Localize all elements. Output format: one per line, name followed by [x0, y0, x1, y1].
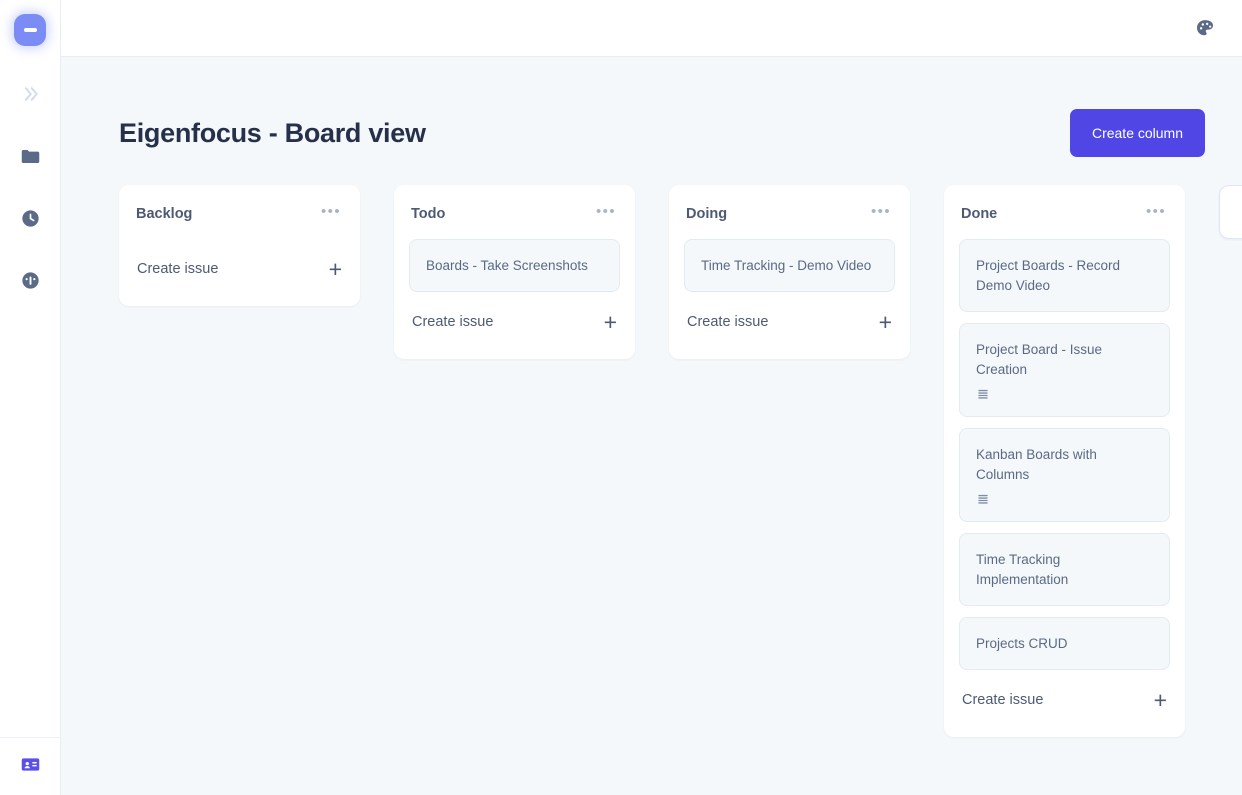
column-header: Doing ••• [684, 198, 895, 228]
column-menu-icon[interactable]: ••• [590, 204, 618, 224]
page-header: Eigenfocus - Board view Create column [61, 57, 1242, 157]
create-issue-label: Create issue [137, 261, 219, 277]
issue-card-meta [976, 387, 1153, 401]
plus-icon: + [1153, 687, 1167, 713]
board-column-done: Done ••• Project Boards - Record Demo Vi… [944, 185, 1185, 737]
column-menu-icon[interactable]: ••• [865, 204, 893, 224]
sidebar-footer [0, 737, 61, 795]
column-cards: Time Tracking - Demo Video [684, 239, 895, 292]
board-app: Eigenfocus - Board view Create column Ba… [0, 0, 1242, 795]
plus-icon: + [878, 309, 892, 335]
issue-card[interactable]: Time Tracking - Demo Video [684, 239, 895, 292]
board-column-backlog: Backlog ••• Create issue + [119, 185, 360, 306]
create-issue-label: Create issue [412, 314, 494, 330]
eigenfocus-logo-icon[interactable] [14, 14, 46, 46]
column-menu-icon[interactable]: ••• [315, 204, 343, 224]
issue-card-title: Time Tracking Implementation [976, 552, 1069, 587]
sidebar-item-dashboard[interactable] [12, 262, 48, 298]
folder-icon [20, 146, 41, 167]
board-column-todo: Todo ••• Boards - Take Screenshots Creat… [394, 185, 635, 359]
create-issue-button[interactable]: Create issue + [684, 294, 895, 350]
column-title: Done [961, 206, 998, 222]
sidebar [0, 0, 61, 795]
gauge-icon [20, 270, 41, 291]
create-column-button[interactable]: Create column [1069, 109, 1205, 157]
issue-card[interactable]: Time Tracking Implementation [959, 533, 1170, 606]
issue-card[interactable]: Boards - Take Screenshots [409, 239, 620, 292]
create-issue-label: Create issue [687, 314, 769, 330]
issue-card-title: Projects CRUD [976, 636, 1068, 651]
column-cards: Boards - Take Screenshots [409, 239, 620, 292]
column-header: Backlog ••• [134, 198, 345, 228]
column-title: Doing [686, 206, 728, 222]
column-title: Todo [411, 206, 446, 222]
create-issue-button[interactable]: Create issue + [959, 672, 1170, 728]
issue-card-title: Project Boards - Record Demo Video [976, 258, 1121, 293]
board-content: Eigenfocus - Board view Create column Ba… [61, 57, 1242, 795]
sidebar-item-projects[interactable] [12, 138, 48, 174]
issue-card-title: Boards - Take Screenshots [426, 258, 588, 273]
main-region: Eigenfocus - Board view Create column Ba… [61, 0, 1242, 795]
board-column-partial[interactable] [1219, 185, 1242, 239]
issue-card-title: Kanban Boards with Columns [976, 447, 1097, 482]
issue-card-title: Project Board - Issue Creation [976, 342, 1103, 377]
column-menu-icon[interactable]: ••• [1140, 204, 1168, 224]
issue-card[interactable]: Projects CRUD [959, 617, 1170, 670]
issue-card[interactable]: Project Board - Issue Creation [959, 323, 1170, 417]
logo-dash-mark [23, 28, 37, 32]
chevrons-right-icon[interactable] [12, 76, 48, 112]
issue-card-meta [976, 492, 1153, 506]
create-issue-label: Create issue [962, 692, 1044, 708]
plus-icon: + [603, 309, 617, 335]
plus-icon: + [328, 256, 342, 282]
top-bar [61, 0, 1242, 57]
issue-card-title: Time Tracking - Demo Video [701, 258, 872, 273]
create-issue-button[interactable]: Create issue + [134, 241, 345, 297]
sidebar-item-time-tracking[interactable] [12, 200, 48, 236]
column-header: Todo ••• [409, 198, 620, 228]
kanban-board: Backlog ••• Create issue + Todo ••• Boar… [61, 157, 1242, 795]
palette-icon[interactable] [1188, 11, 1222, 45]
issue-card[interactable]: Project Boards - Record Demo Video [959, 239, 1170, 312]
column-header [1235, 199, 1242, 229]
id-card-icon[interactable] [20, 754, 41, 780]
column-cards: Project Boards - Record Demo Video Proje… [959, 239, 1170, 670]
column-title: Backlog [136, 206, 193, 222]
board-column-doing: Doing ••• Time Tracking - Demo Video Cre… [669, 185, 910, 359]
description-icon [976, 492, 990, 506]
clock-icon [20, 208, 41, 229]
issue-card[interactable]: Kanban Boards with Columns [959, 428, 1170, 522]
description-icon [976, 387, 990, 401]
column-header: Done ••• [959, 198, 1170, 228]
page-title: Eigenfocus - Board view [119, 117, 426, 148]
create-issue-button[interactable]: Create issue + [409, 294, 620, 350]
